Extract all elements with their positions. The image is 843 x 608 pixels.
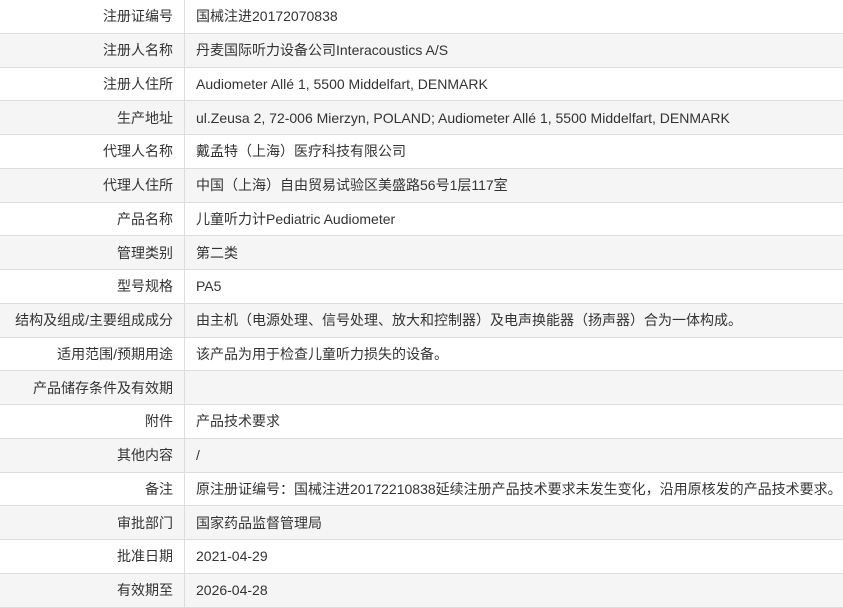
row-attachments: 附件 产品技术要求 [0, 405, 843, 439]
label-other-content: 其他内容 [0, 438, 185, 472]
label-model-specification: 型号规格 [0, 270, 185, 303]
value-structure-composition: 由主机（电源处理、信号处理、放大和控制器）及电声换能器（扬声器）合为一体构成。 [196, 312, 742, 329]
label-valid-until: 有效期至 [0, 573, 185, 607]
label-scope-intended-use: 适用范围/预期用途 [0, 337, 185, 371]
value-agent-address: 中国（上海）自由贸易试验区美盛路56号1层117室 [196, 177, 508, 194]
row-storage-conditions-validity: 产品储存条件及有效期 [0, 371, 843, 405]
row-valid-until: 有效期至 2026-04-28 [0, 573, 843, 608]
value-approval-department: 国家药品监督管理局 [196, 514, 322, 531]
label-agent-address: 代理人住所 [0, 168, 185, 202]
label-approval-date: 批准日期 [0, 540, 185, 573]
value-registrant-address: Audiometer Allé 1, 5500 Middelfart, DENM… [196, 75, 488, 92]
value-manufacturing-address: ul.Zeusa 2, 72-006 Mierzyn, POLAND; Audi… [196, 109, 730, 126]
row-other-content: 其他内容 / [0, 438, 843, 473]
label-registration-number: 注册证编号 [0, 0, 185, 33]
label-approval-department: 审批部门 [0, 506, 185, 539]
label-attachments: 附件 [0, 405, 185, 438]
value-registrant-name: 丹麦国际听力设备公司Interacoustics A/S [196, 42, 449, 59]
value-model-specification: PA5 [196, 278, 222, 295]
value-product-name: 儿童听力计Pediatric Audiometer [196, 210, 396, 227]
value-storage-conditions-validity [185, 371, 843, 404]
registration-detail-table: 注册证编号 国械注进20172070838 注册人名称 丹麦国际听力设备公司In… [0, 0, 843, 608]
row-structure-composition: 结构及组成/主要组成成分 由主机（电源处理、信号处理、放大和控制器）及电声换能器… [0, 303, 843, 338]
row-product-name: 产品名称 儿童听力计Pediatric Audiometer [0, 202, 843, 237]
row-model-specification: 型号规格 PA5 [0, 270, 843, 304]
label-manufacturing-address: 生产地址 [0, 101, 185, 134]
label-structure-composition: 结构及组成/主要组成成分 [0, 303, 185, 337]
label-storage-conditions-validity: 产品储存条件及有效期 [0, 371, 185, 404]
row-registrant-address: 注册人住所 Audiometer Allé 1, 5500 Middelfart… [0, 67, 843, 102]
value-remarks: 原注册证编号：国械注进20172210838延续注册产品技术要求未发生变化，沿用… [196, 480, 842, 497]
label-agent-name: 代理人名称 [0, 135, 185, 168]
row-approval-date: 批准日期 2021-04-29 [0, 540, 843, 574]
row-management-category: 管理类别 第二类 [0, 236, 843, 270]
label-remarks: 备注 [0, 472, 185, 506]
value-other-content: / [196, 447, 200, 464]
row-agent-address: 代理人住所 中国（上海）自由贸易试验区美盛路56号1层117室 [0, 168, 843, 203]
value-management-category: 第二类 [196, 244, 238, 261]
value-registration-number: 国械注进20172070838 [196, 8, 338, 25]
value-valid-until: 2026-04-28 [196, 582, 268, 599]
value-attachments: 产品技术要求 [196, 413, 280, 430]
label-registrant-name: 注册人名称 [0, 33, 185, 67]
value-approval-date: 2021-04-29 [196, 548, 268, 565]
label-registrant-address: 注册人住所 [0, 67, 185, 101]
label-management-category: 管理类别 [0, 236, 185, 269]
row-remarks: 备注 原注册证编号：国械注进20172210838延续注册产品技术要求未发生变化… [0, 472, 843, 507]
row-approval-department: 审批部门 国家药品监督管理局 [0, 506, 843, 540]
value-agent-name: 戴孟特（上海）医疗科技有限公司 [196, 143, 406, 160]
row-manufacturing-address: 生产地址 ul.Zeusa 2, 72-006 Mierzyn, POLAND;… [0, 101, 843, 135]
row-registrant-name: 注册人名称 丹麦国际听力设备公司Interacoustics A/S [0, 33, 843, 68]
row-agent-name: 代理人名称 戴孟特（上海）医疗科技有限公司 [0, 135, 843, 169]
row-scope-intended-use: 适用范围/预期用途 该产品为用于检查儿童听力损失的设备。 [0, 337, 843, 372]
row-registration-number: 注册证编号 国械注进20172070838 [0, 0, 843, 34]
value-scope-intended-use: 该产品为用于检查儿童听力损失的设备。 [196, 345, 448, 362]
label-product-name: 产品名称 [0, 202, 185, 236]
